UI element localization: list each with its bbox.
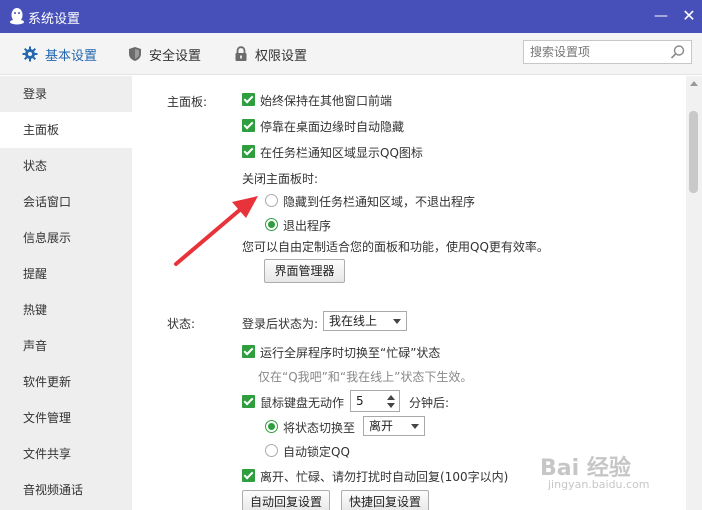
sidebar-item-info-display[interactable]: 信息展示 [0, 220, 132, 256]
sidebar-item-login[interactable]: 登录 [0, 76, 132, 112]
quick-reply-settings-button[interactable]: 快捷回复设置 [341, 490, 429, 510]
interface-manager-button[interactable]: 界面管理器 [264, 259, 345, 283]
tab-permission-settings-label: 权限设置 [255, 48, 308, 64]
sidebar-item-file-management[interactable]: 文件管理 [0, 400, 132, 436]
auto-reply-settings-button[interactable]: 自动回复设置 [242, 490, 330, 510]
top-navigation: 基本设置 安全设置 权限设置 [0, 33, 702, 75]
fullscreen-busy-label: 运行全屏程序时切换至“忙碌”状态 [260, 346, 441, 360]
search-box[interactable] [523, 40, 692, 64]
idle-minutes-stepper[interactable]: 5 [350, 390, 400, 412]
sidebar-item-chat-window[interactable]: 会话窗口 [0, 184, 132, 220]
sidebar-item-sound[interactable]: 声音 [0, 328, 132, 364]
lock-icon [234, 46, 248, 62]
window-title: 系统设置 [28, 12, 81, 27]
gear-icon [22, 46, 38, 62]
sidebar: 登录 主面板 状态 会话窗口 信息展示 提醒 热键 声音 软件更新 文件管理 文… [0, 76, 132, 510]
sidebar-item-status[interactable]: 状态 [0, 148, 132, 184]
qq-penguin-icon [8, 7, 26, 25]
search-icon[interactable] [670, 44, 686, 63]
sidebar-item-main-panel[interactable]: 主面板 [0, 112, 132, 148]
auto-hide-label: 停靠在桌面边缘时自动隐藏 [260, 120, 405, 134]
tab-security-settings[interactable]: 安全设置 [128, 33, 201, 75]
stepper-down-icon[interactable] [387, 403, 395, 408]
sidebar-item-av-calls[interactable]: 音视频通话 [0, 472, 132, 508]
title-bar: 系统设置 — ✕ [0, 0, 702, 33]
radio-switch-status[interactable] [265, 420, 278, 433]
chevron-down-icon [411, 424, 419, 429]
search-input[interactable] [524, 41, 664, 63]
radio-auto-lock[interactable] [265, 444, 278, 457]
tab-security-settings-label: 安全设置 [149, 48, 202, 64]
tab-permission-settings[interactable]: 权限设置 [234, 33, 307, 75]
red-arrow-annotation [174, 196, 258, 266]
tab-basic-settings-label: 基本设置 [45, 48, 98, 64]
sidebar-item-reminders[interactable]: 提醒 [0, 256, 132, 292]
checkbox-always-on-top[interactable] [242, 93, 255, 106]
fullscreen-busy-hint: 仅在“Q我吧”和“我在线上”状态下生效。 [258, 370, 473, 384]
chevron-down-icon [393, 319, 401, 324]
close-panel-label: 关闭主面板时: [242, 172, 319, 186]
exit-program-label: 退出程序 [283, 219, 332, 233]
login-status-select[interactable]: 我在线上 [323, 311, 407, 331]
hide-to-tray-label: 隐藏到任务栏通知区域，不退出程序 [283, 195, 476, 209]
auto-reply-label: 离开、忙碌、请勿打扰时自动回复(100字以内) [260, 470, 509, 484]
tray-icon-label: 在任务栏通知区域显示QQ图标 [260, 146, 423, 160]
login-status-label: 登录后状态为: [242, 317, 319, 331]
minimize-button[interactable]: — [648, 4, 674, 28]
idle-label: 鼠标键盘无动作 [260, 396, 345, 410]
checkbox-idle-switch[interactable] [242, 395, 255, 408]
tab-basic-settings[interactable]: 基本设置 [22, 33, 97, 75]
close-button[interactable]: ✕ [676, 4, 702, 28]
always-on-top-label: 始终保持在其他窗口前端 [260, 94, 393, 108]
auto-lock-label: 自动锁定QQ [283, 445, 350, 459]
scroll-up-arrow-icon[interactable] [690, 81, 698, 86]
status-section-label: 状态: [167, 317, 196, 331]
baidu-watermark-url: jingyan.baidu.com [548, 478, 650, 491]
switch-status-label: 将状态切换至 [283, 421, 356, 435]
main-panel-section-label: 主面板: [167, 95, 208, 109]
login-status-value: 我在线上 [329, 314, 378, 328]
settings-content [132, 76, 686, 510]
scroll-thumb[interactable] [689, 111, 698, 193]
checkbox-auto-reply[interactable] [242, 469, 255, 482]
sidebar-item-software-update[interactable]: 软件更新 [0, 364, 132, 400]
checkbox-tray-icon[interactable] [242, 145, 255, 158]
customize-hint: 您可以自由定制适合您的面板和功能，使用QQ更有效率。 [242, 240, 549, 254]
switch-status-select[interactable]: 离开 [363, 416, 425, 436]
sidebar-item-hotkeys[interactable]: 热键 [0, 292, 132, 328]
switch-status-value: 离开 [369, 419, 394, 433]
stepper-up-icon[interactable] [387, 395, 395, 400]
shield-icon [128, 46, 142, 62]
sidebar-item-file-sharing[interactable]: 文件共享 [0, 436, 132, 472]
checkbox-auto-hide[interactable] [242, 119, 255, 132]
idle-minutes-value: 5 [356, 394, 364, 408]
idle-unit-label: 分钟后: [409, 396, 450, 410]
vertical-scrollbar[interactable] [686, 76, 702, 510]
checkbox-fullscreen-busy[interactable] [242, 345, 255, 358]
